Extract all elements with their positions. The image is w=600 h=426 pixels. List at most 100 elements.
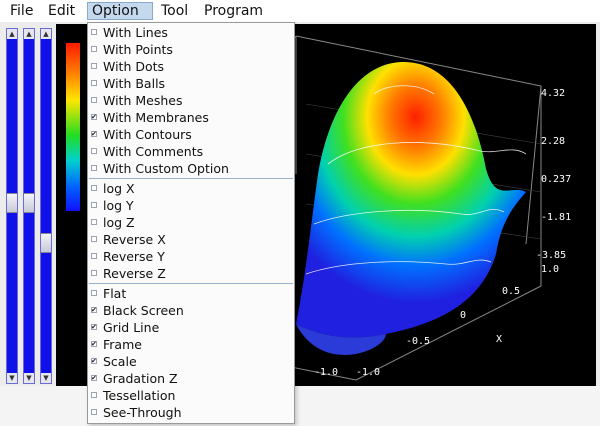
menu-edit[interactable]: Edit <box>44 2 79 20</box>
menu-item-label: With Lines <box>103 25 168 40</box>
unchecked-box-icon <box>91 219 97 225</box>
menu-item-label: With Comments <box>103 144 204 159</box>
menu-item-with-lines[interactable]: With Lines <box>88 24 294 41</box>
menu-item-grid-line[interactable]: Grid Line <box>88 319 294 336</box>
slider-up-arrow-icon[interactable]: ▲ <box>24 29 34 39</box>
y-tick-label: 0.5 <box>502 286 521 297</box>
slider-3[interactable]: ▲ ▼ <box>40 28 52 384</box>
menu-item-label: log Y <box>103 198 134 213</box>
unchecked-box-icon <box>91 29 97 35</box>
menu-item-label: Frame <box>103 337 142 352</box>
menu-item-log-y[interactable]: log Y <box>88 197 294 214</box>
menu-item-with-comments[interactable]: With Comments <box>88 143 294 160</box>
slider-thumb[interactable] <box>7 193 17 213</box>
menu-item-label: Reverse X <box>103 232 166 247</box>
menu-tool[interactable]: Tool <box>157 2 192 20</box>
z-tick-label: -3.85 <box>536 250 567 261</box>
menu-separator <box>89 178 293 179</box>
menu-item-label: With Custom Option <box>103 161 229 176</box>
menu-item-with-contours[interactable]: With Contours <box>88 126 294 143</box>
menu-item-label: See-Through <box>103 405 182 420</box>
x-axis-label: X <box>496 334 503 345</box>
menu-item-label: log Z <box>103 215 135 230</box>
unchecked-box-icon <box>91 46 97 52</box>
menu-option[interactable]: Option <box>87 2 153 20</box>
menu-item-scale[interactable]: Scale <box>88 353 294 370</box>
menu-item-label: With Points <box>103 42 173 57</box>
unchecked-box-icon <box>91 253 97 259</box>
slider-up-arrow-icon[interactable]: ▲ <box>41 29 51 39</box>
menu-item-label: Gradation Z <box>103 371 178 386</box>
unchecked-box-icon <box>91 236 97 242</box>
slider-1[interactable]: ▲ ▼ <box>6 28 18 384</box>
menu-item-with-points[interactable]: With Points <box>88 41 294 58</box>
z-tick-label: -1.81 <box>541 212 572 223</box>
checked-box-icon <box>91 324 97 330</box>
menu-item-frame[interactable]: Frame <box>88 336 294 353</box>
slider-thumb[interactable] <box>41 233 51 253</box>
checked-box-icon <box>91 131 97 137</box>
y-tick-label: 1.0 <box>541 264 560 275</box>
menu-separator <box>89 283 293 284</box>
x-tick-label: -1.0 <box>314 367 339 378</box>
unchecked-box-icon <box>91 409 97 415</box>
menu-item-label: Reverse Z <box>103 266 166 281</box>
unchecked-box-icon <box>91 80 97 86</box>
menu-item-label: With Membranes <box>103 110 209 125</box>
menu-item-label: With Contours <box>103 127 192 142</box>
menu-item-reverse-z[interactable]: Reverse Z <box>88 265 294 282</box>
surface-membrane <box>296 61 526 338</box>
menu-item-tessellation[interactable]: Tessellation <box>88 387 294 404</box>
menu-item-label: log X <box>103 181 135 196</box>
z-tick-label: 4.32 <box>541 88 566 99</box>
menu-item-label: With Dots <box>103 59 165 74</box>
unchecked-box-icon <box>91 148 97 154</box>
unchecked-box-icon <box>91 185 97 191</box>
menu-item-reverse-y[interactable]: Reverse Y <box>88 248 294 265</box>
menu-item-label: Reverse Y <box>103 249 165 264</box>
menu-item-black-screen[interactable]: Black Screen <box>88 302 294 319</box>
slider-down-arrow-icon[interactable]: ▼ <box>41 373 51 383</box>
menu-item-reverse-x[interactable]: Reverse X <box>88 231 294 248</box>
z-tick-label: 2.28 <box>541 136 566 147</box>
menu-item-label: With Balls <box>103 76 166 91</box>
unchecked-box-icon <box>91 97 97 103</box>
unchecked-box-icon <box>91 290 97 296</box>
menu-item-log-x[interactable]: log X <box>88 180 294 197</box>
unchecked-box-icon <box>91 202 97 208</box>
unchecked-box-icon <box>91 165 97 171</box>
menu-item-with-balls[interactable]: With Balls <box>88 75 294 92</box>
menu-bar: File Edit Option Tool Program <box>0 0 600 23</box>
z-tick-label: 0.237 <box>541 174 572 185</box>
menu-item-gradation-z[interactable]: Gradation Z <box>88 370 294 387</box>
menu-item-label: Tessellation <box>103 388 176 403</box>
slider-2[interactable]: ▲ ▼ <box>23 28 35 384</box>
y-tick-label: -1.0 <box>356 367 381 378</box>
checked-box-icon <box>91 114 97 120</box>
menu-item-flat[interactable]: Flat <box>88 285 294 302</box>
slider-down-arrow-icon[interactable]: ▼ <box>7 373 17 383</box>
slider-up-arrow-icon[interactable]: ▲ <box>7 29 17 39</box>
unchecked-box-icon <box>91 392 97 398</box>
menu-item-with-dots[interactable]: With Dots <box>88 58 294 75</box>
unchecked-box-icon <box>91 270 97 276</box>
slider-down-arrow-icon[interactable]: ▼ <box>24 373 34 383</box>
menu-file[interactable]: File <box>6 2 37 20</box>
menu-item-see-through[interactable]: See-Through <box>88 404 294 421</box>
checked-box-icon <box>91 375 97 381</box>
menu-item-log-z[interactable]: log Z <box>88 214 294 231</box>
checked-box-icon <box>91 307 97 313</box>
menu-item-with-custom-option[interactable]: With Custom Option <box>88 160 294 177</box>
menu-program[interactable]: Program <box>200 2 267 20</box>
option-dropdown-menu: With Lines With Points With Dots With Balls… <box>87 22 295 424</box>
menu-item-with-meshes[interactable]: With Meshes <box>88 92 294 109</box>
unchecked-box-icon <box>91 63 97 69</box>
menu-item-with-membranes[interactable]: With Membranes <box>88 109 294 126</box>
menu-item-label: Grid Line <box>103 320 160 335</box>
color-scale-bar <box>66 43 80 211</box>
menu-item-label: Flat <box>103 286 127 301</box>
checked-box-icon <box>91 341 97 347</box>
slider-thumb[interactable] <box>24 193 34 213</box>
y-tick-label: 0 <box>460 310 467 321</box>
menu-item-label: Black Screen <box>103 303 184 318</box>
